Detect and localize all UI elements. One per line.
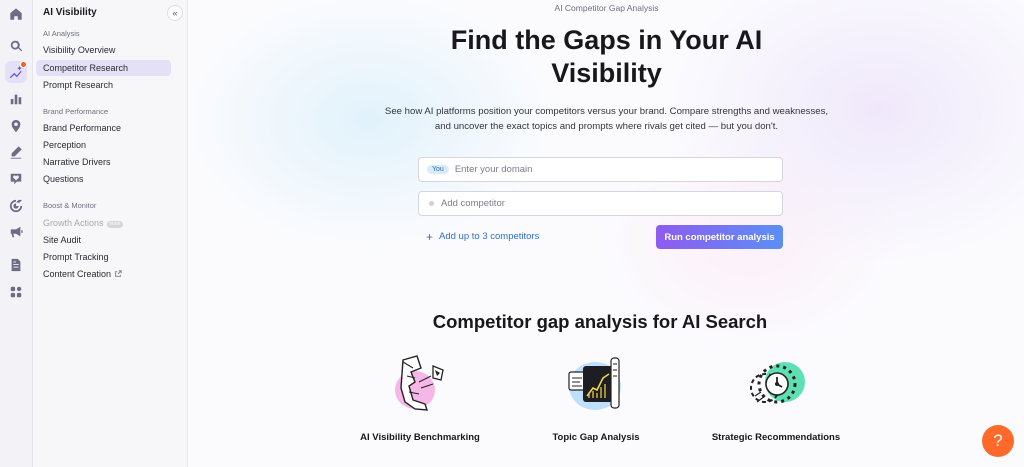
megaphone-icon[interactable] (5, 221, 27, 243)
feature-label: AI Visibility Benchmarking (360, 432, 480, 443)
page-breadcrumb: AI Competitor Gap Analysis (554, 3, 659, 13)
section-brand-performance: Brand Performance (43, 107, 109, 116)
sidebar-item-brand-performance[interactable]: Brand Performance (36, 120, 171, 136)
topic-gap-illustration-icon (568, 357, 621, 410)
apps-grid-icon[interactable] (5, 281, 27, 303)
target-icon[interactable] (5, 195, 27, 217)
add-competitors-link[interactable]: + Add up to 3 competitors (426, 229, 540, 244)
home-icon[interactable] (5, 3, 27, 25)
sidebar: AI Visibility « AI Analysis Visibility O… (33, 0, 188, 467)
notification-dot (20, 61, 27, 68)
feature-label: Topic Gap Analysis (552, 432, 640, 443)
collapse-sidebar-icon[interactable]: « (167, 5, 183, 21)
domain-input[interactable] (454, 164, 755, 175)
sidebar-item-prompt-research[interactable]: Prompt Research (36, 77, 171, 93)
sidebar-item-prompt-tracking[interactable]: Prompt Tracking (36, 249, 171, 265)
soon-badge: soon (106, 221, 124, 228)
main-content: AI Competitor Gap Analysis Find the Gaps… (189, 0, 1024, 467)
location-pin-icon[interactable] (5, 115, 27, 137)
sidebar-item-narrative-drivers[interactable]: Narrative Drivers (36, 154, 171, 170)
sidebar-item-content-creation[interactable]: Content Creation (36, 266, 171, 282)
sidebar-item-site-audit[interactable]: Site Audit (36, 232, 171, 248)
plus-icon: + (426, 229, 434, 244)
sidebar-item-growth-actions[interactable]: Growth Actions soon (36, 215, 171, 231)
competitor-field[interactable] (418, 191, 783, 216)
competitor-dot-icon (429, 201, 434, 206)
document-icon[interactable] (5, 254, 27, 276)
sparkle-chart-icon[interactable] (5, 61, 27, 83)
sidebar-item-competitor-research[interactable]: Competitor Research (36, 60, 171, 76)
section-boost-monitor: Boost & Monitor (43, 201, 97, 210)
benchmarking-illustration-icon (395, 355, 444, 411)
feature-strategic-recommendations: Strategic Recommendations (696, 352, 856, 443)
you-chip: You (427, 165, 449, 174)
page-title: Find the Gaps in Your AI Visibility (450, 25, 763, 88)
feature-topic-gap-analysis: Topic Gap Analysis (516, 352, 676, 443)
prompt-icon[interactable] (5, 35, 27, 57)
feature-label: Strategic Recommendations (711, 432, 841, 443)
competitor-input[interactable] (441, 198, 741, 209)
sidebar-item-questions[interactable]: Questions (36, 171, 171, 187)
sidebar-item-label: Content Creation (43, 269, 112, 279)
add-competitors-label: Add up to 3 competitors (439, 231, 540, 242)
sidebar-title: AI Visibility (43, 7, 97, 18)
bar-chart-icon[interactable] (5, 88, 27, 110)
external-link-icon (114, 267, 122, 277)
domain-field[interactable]: You (418, 157, 783, 182)
heart-chat-icon[interactable] (5, 168, 27, 190)
sidebar-item-perception[interactable]: Perception (36, 137, 171, 153)
help-button[interactable]: ? (982, 425, 1014, 457)
sidebar-item-visibility-overview[interactable]: Visibility Overview (36, 42, 171, 58)
section-ai-analysis: AI Analysis (43, 29, 80, 38)
strategic-recommendations-illustration-icon (750, 362, 805, 404)
run-competitor-analysis-button[interactable]: Run competitor analysis (656, 225, 783, 249)
pencil-icon[interactable] (5, 141, 27, 163)
section-title: Competitor gap analysis for AI Search (432, 311, 768, 332)
feature-ai-visibility-benchmarking: AI Visibility Benchmarking (340, 352, 500, 443)
page-subtitle: See how AI platforms position your compe… (384, 106, 829, 132)
icon-rail (0, 0, 33, 467)
sidebar-item-label: Growth Actions (43, 218, 104, 228)
